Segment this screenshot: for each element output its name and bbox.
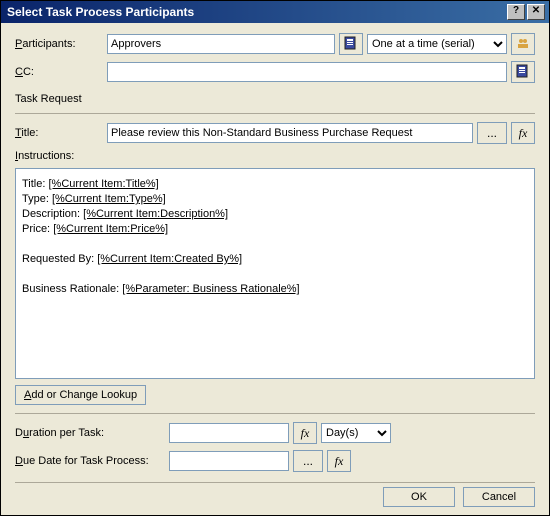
expand-groups-button[interactable] [511,33,535,55]
title-fx-button[interactable]: fx [511,122,535,144]
instruction-prefix: Price: [22,223,53,235]
duration-unit-select[interactable]: Day(s) [321,423,391,443]
instruction-prefix: Description: [22,208,83,220]
lookup-token[interactable]: [%Current Item:Description%] [83,208,228,220]
participants-label: Participants: [15,38,103,50]
due-date-fx-button[interactable]: fx [327,450,351,472]
title-row: Title: ... fx [15,122,535,144]
due-date-label: Due Date for Task Process: [15,455,165,467]
lookup-token[interactable]: [%Parameter: Business Rationale%] [122,283,299,295]
address-book-button[interactable] [339,33,363,55]
cc-input[interactable] [107,62,507,82]
participants-input[interactable] [107,34,335,54]
cancel-button[interactable]: Cancel [463,487,535,507]
participant-order-select[interactable]: One at a time (serial) [367,34,507,54]
fx-icon: fx [301,426,310,441]
participants-row: Participants: One at a time (serial) [15,33,535,55]
help-button[interactable]: ? [507,4,525,20]
instructions-label: Instructions: [15,150,535,162]
lookup-token[interactable]: [%Current Item:Price%] [53,223,168,235]
dialog-footer: OK Cancel [15,482,535,507]
title-input[interactable] [107,123,473,143]
cc-address-book-button[interactable] [511,61,535,83]
fx-icon: fx [335,454,344,469]
duration-input[interactable] [169,423,289,443]
ok-button[interactable]: OK [383,487,455,507]
title-bar[interactable]: Select Task Process Participants ? ✕ [1,1,549,23]
lookup-row: Add or Change Lookup [15,385,535,405]
add-lookup-button[interactable]: Add or Change Lookup [15,385,146,405]
address-book-icon [344,36,358,53]
window-title: Select Task Process Participants [5,5,194,19]
address-book-icon [516,64,530,81]
instruction-prefix: Requested By: [22,253,97,265]
duration-row: Duration per Task: fx Day(s) [15,422,535,444]
duration-label: Duration per Task: [15,427,165,439]
titlebar-buttons: ? ✕ [507,4,545,20]
section-divider-2 [15,413,535,414]
instructions-textarea[interactable]: Title: [%Current Item:Title%] Type: [%Cur… [15,168,535,379]
dialog-content: Participants: One at a time (serial) CC: [1,23,549,515]
close-button[interactable]: ✕ [527,4,545,20]
lookup-token[interactable]: [%Current Item:Title%] [49,178,159,190]
duration-fx-button[interactable]: fx [293,422,317,444]
instruction-prefix: Title: [22,178,49,190]
dialog-window: Select Task Process Participants ? ✕ Par… [0,0,550,516]
title-label: Title: [15,127,103,139]
due-date-input[interactable] [169,451,289,471]
title-ellipsis-button[interactable]: ... [477,122,507,144]
cc-row: CC: [15,61,535,83]
fx-icon: fx [519,126,528,141]
instruction-prefix: Business Rationale: [22,283,122,295]
lookup-token[interactable]: [%Current Item:Type%] [52,193,166,205]
cc-label: CC: [15,66,103,78]
due-date-ellipsis-button[interactable]: ... [293,450,323,472]
task-request-label: Task Request [15,93,535,105]
instruction-prefix: Type: [22,193,52,205]
section-divider [15,113,535,114]
lookup-token[interactable]: [%Current Item:Created By%] [97,253,242,265]
due-date-row: Due Date for Task Process: ... fx [15,450,535,472]
people-icon [516,36,530,53]
